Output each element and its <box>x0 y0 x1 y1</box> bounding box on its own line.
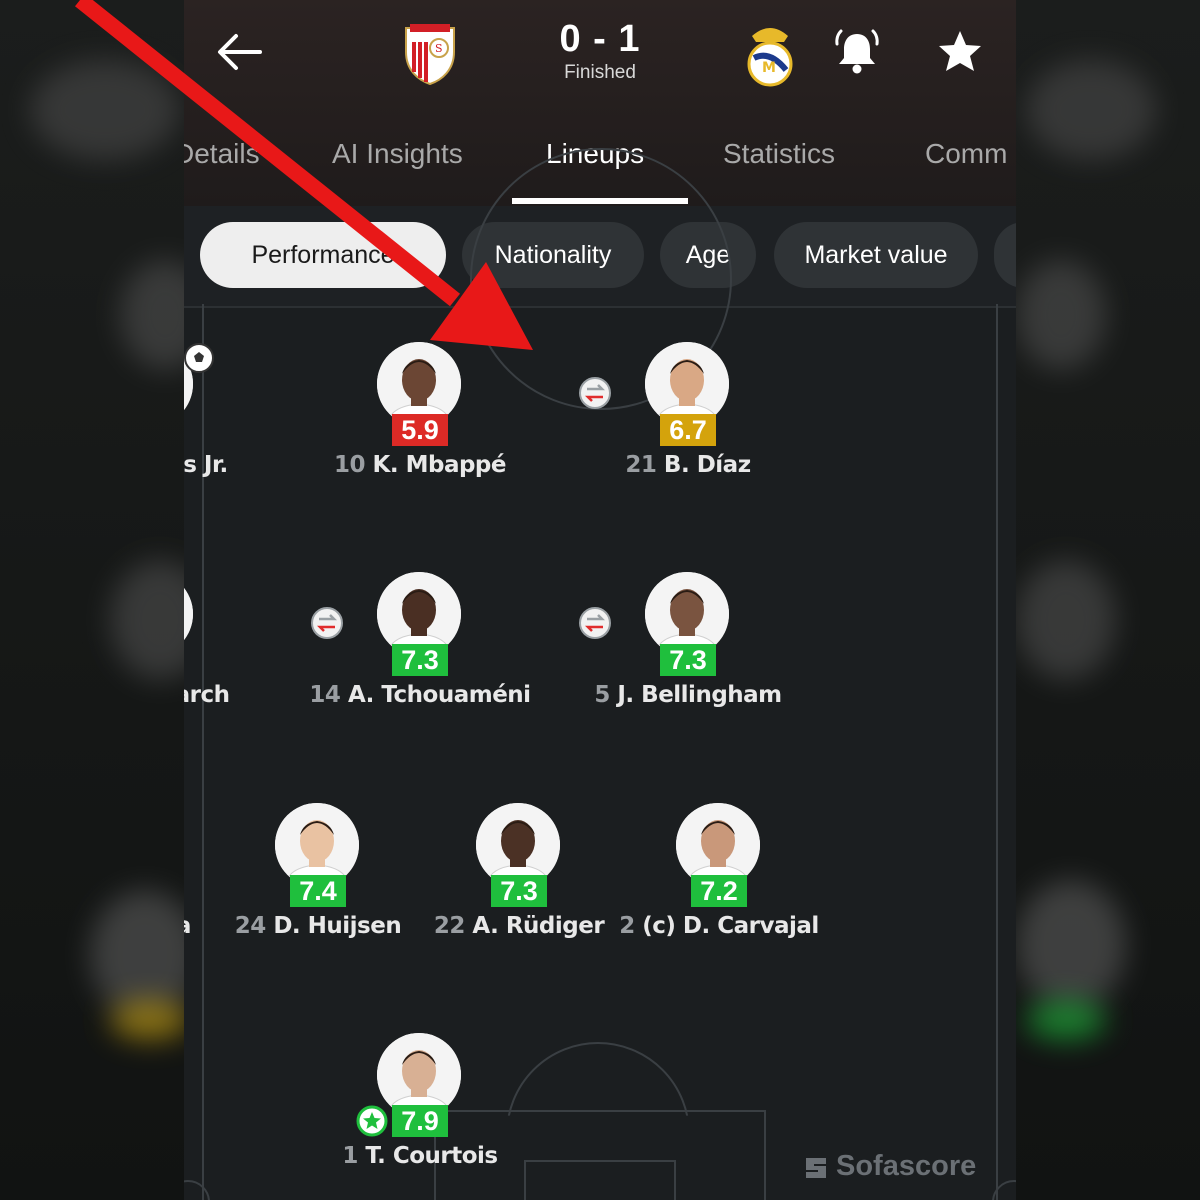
player-photo <box>184 572 193 656</box>
svg-text:M: M <box>762 60 776 76</box>
sofascore-watermark: Sofascore <box>836 1150 977 1182</box>
player-card-t-courtois[interactable]: 7.9 1 T. Courtois <box>300 1033 540 1183</box>
substitution-icon <box>579 377 611 409</box>
sofascore-logo-icon <box>806 1158 826 1178</box>
player-rating: 7.3 <box>660 644 716 676</box>
player-number: 14 <box>309 682 341 708</box>
player-number: 5 <box>594 682 610 708</box>
corner-arc-left <box>184 1180 210 1200</box>
player-rating: 5.9 <box>392 414 448 446</box>
player-number: 2 <box>619 913 635 939</box>
goal-ball-icon <box>184 343 214 373</box>
player-name-text: B. Díaz <box>663 452 751 478</box>
player-name-text: A. Tchouaméni <box>347 682 531 708</box>
player-name: 2 (c) D. Carvajal <box>579 913 859 939</box>
pitch-sideline-right <box>996 304 998 1200</box>
player-name: 5 J. Bellingham <box>548 682 828 708</box>
real-madrid-crest-icon[interactable]: M <box>740 20 800 88</box>
player-name-text: K. Mbappé <box>372 452 507 478</box>
tab-details[interactable]: Details <box>184 138 260 170</box>
match-score: 0 - 1 <box>559 18 641 60</box>
blurred-background-left <box>0 0 184 1200</box>
player-name: 45 T. Pitarch <box>184 682 292 708</box>
player-name-text: T. Courtois <box>365 1143 498 1169</box>
player-name-text: Vinícius Jr. <box>184 452 228 478</box>
back-arrow-icon[interactable] <box>214 30 264 74</box>
player-name-text: (c) D. Carvajal <box>642 913 819 939</box>
player-number: 1 <box>342 1143 358 1169</box>
player-card-k-mbapp[interactable]: 5.9 10 K. Mbappé <box>300 342 540 492</box>
svg-text:S: S <box>435 42 443 55</box>
player-rating: 6.7 <box>660 414 716 446</box>
app-screen: S 0 - 1 Finished M Details AI Insights L… <box>184 0 1016 1200</box>
player-number: 24 <box>234 913 267 939</box>
player-name-text: T. Pitarch <box>184 682 230 708</box>
notification-bell-icon[interactable] <box>832 28 882 76</box>
player-card-b-d-az[interactable]: 6.7 21 B. Díaz <box>568 342 808 492</box>
player-name-text: J. Bellingham <box>617 682 782 708</box>
tab-ai-insights[interactable]: AI Insights <box>332 138 463 170</box>
player-number: 21 <box>625 452 657 478</box>
tab-statistics[interactable]: Statistics <box>723 138 835 170</box>
player-name: 7 Vinícius Jr. <box>184 452 292 478</box>
player-rating: 7.4 <box>290 875 346 907</box>
player-name: 10 K. Mbappé <box>280 452 560 478</box>
chip-market-value[interactable]: Market value <box>774 222 978 288</box>
chip-more[interactable] <box>994 222 1016 288</box>
player-name: 21 B. Díaz <box>548 452 828 478</box>
favorite-star-icon[interactable] <box>936 28 984 76</box>
player-card-c-d-carvajal[interactable]: 7.2 2 (c) D. Carvajal <box>599 803 839 953</box>
player-number: 10 <box>334 452 366 478</box>
player-rating: 7.2 <box>691 875 747 907</box>
tab-commentary[interactable]: Comm <box>925 138 1007 170</box>
player-name: 14 A. Tchouaméni <box>280 682 560 708</box>
player-card-t-pitarch[interactable]: 6.3 45 T. Pitarch <box>184 572 272 722</box>
player-rating: 7.3 <box>491 875 547 907</box>
player-name: 1 T. Courtois <box>280 1143 560 1169</box>
player-number: 22 <box>433 913 466 939</box>
player-of-match-star-icon <box>356 1105 388 1137</box>
player-card-vin-cius-jr[interactable]: 7.5 7 Vinícius Jr. <box>184 342 272 492</box>
substitution-icon <box>579 607 611 639</box>
blurred-background-right <box>1016 0 1200 1200</box>
match-status: Finished <box>564 62 636 83</box>
substitution-icon <box>311 607 343 639</box>
player-card-a-tchouam-ni[interactable]: 7.3 14 A. Tchouaméni <box>300 572 540 722</box>
sevilla-crest-icon[interactable]: S <box>400 18 460 86</box>
player-card-j-bellingham[interactable]: 7.3 5 J. Bellingham <box>568 572 808 722</box>
chip-performance[interactable]: Performance <box>200 222 446 288</box>
player-rating: 7.3 <box>392 644 448 676</box>
player-rating: 7.9 <box>392 1105 448 1137</box>
